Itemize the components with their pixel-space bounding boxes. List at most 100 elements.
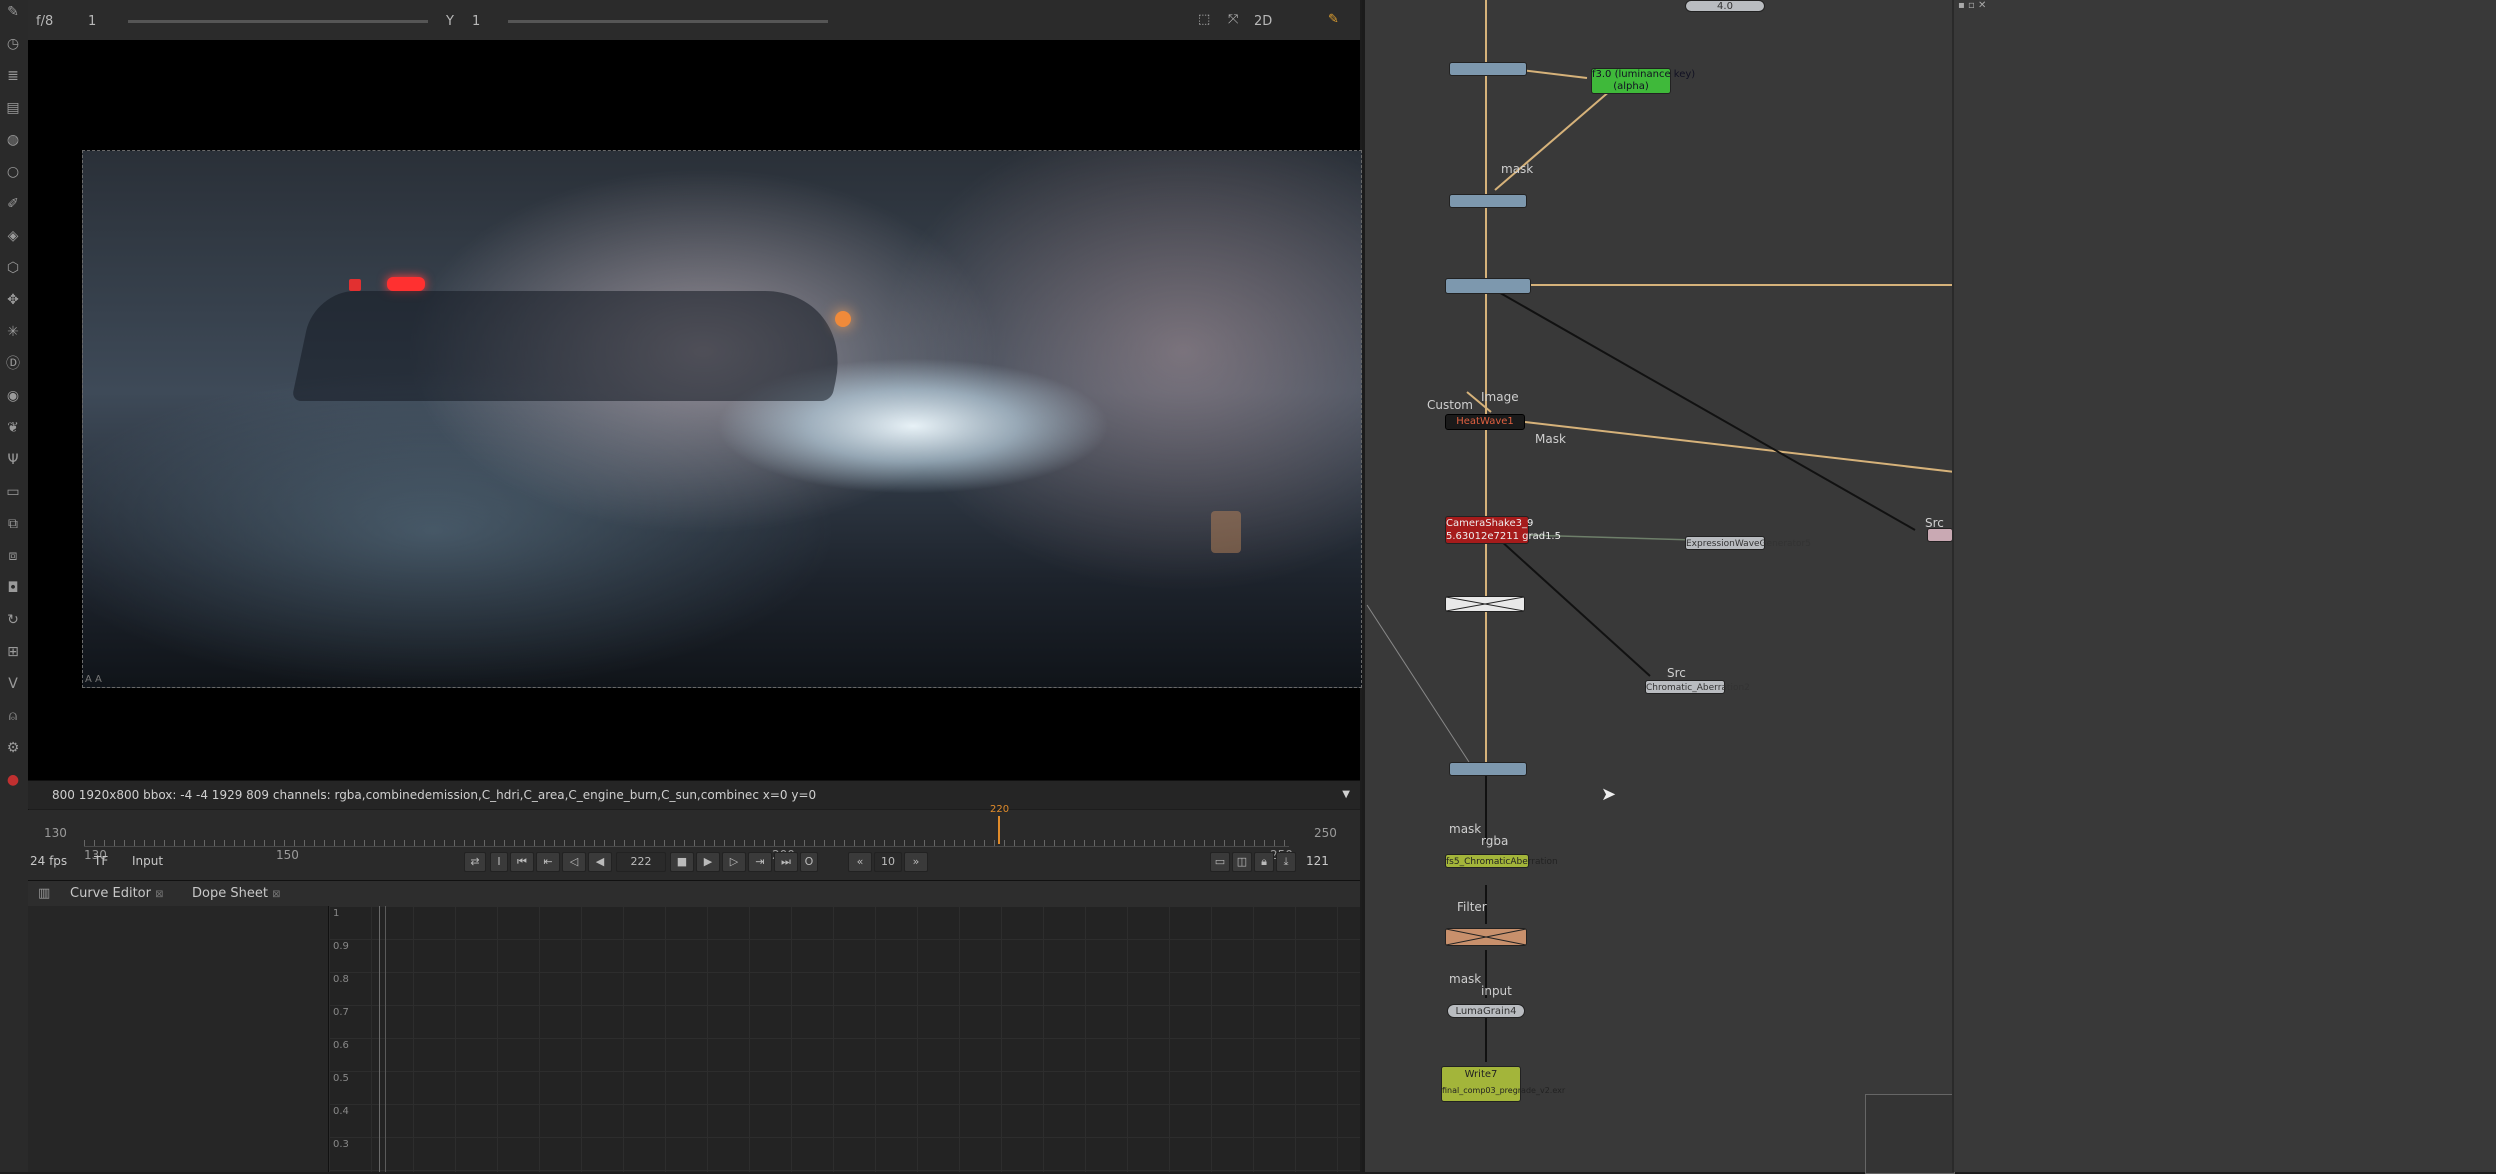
lock-icon[interactable]: 🔒︎ <box>1254 852 1274 872</box>
pen-icon[interactable]: ✐ <box>3 194 23 214</box>
viewer-image: A A <box>82 150 1362 688</box>
node-graph[interactable]: 4.0 f3.0 (luminance key) (alpha) mask Ima… <box>1362 0 1955 1174</box>
export-icon[interactable]: ⤓ <box>1276 852 1296 872</box>
roi-icon[interactable]: ⬚ <box>1198 12 1210 27</box>
in-point-icon[interactable]: I <box>490 852 508 872</box>
vehicle-silhouette <box>291 291 855 401</box>
gamma-slider[interactable] <box>508 20 828 23</box>
node-merge[interactable] <box>1445 278 1531 294</box>
node-expression-wave[interactable]: ExpressionWaveGenerator5 <box>1685 536 1811 550</box>
node-chromatic-aberration[interactable]: Chromatic_Aberration2 <box>1645 680 1750 694</box>
close-icon[interactable]: ⊠ <box>272 889 280 900</box>
y-label: Y <box>446 14 454 29</box>
next-frame-icon[interactable]: ▷ <box>722 852 746 872</box>
curve-knob-list[interactable] <box>28 906 329 1172</box>
prev-frame-icon[interactable]: ◁ <box>562 852 586 872</box>
gizmo-icon[interactable]: ◘ <box>3 578 23 598</box>
node-top-value[interactable]: 4.0 <box>1685 0 1765 12</box>
float-icon[interactable]: ▫ <box>1968 0 1975 11</box>
branch-icon[interactable]: Ψ <box>3 450 23 470</box>
fps-label[interactable]: 24 fps <box>30 854 67 868</box>
node-heatwave[interactable]: HeatWave1 <box>1445 414 1525 430</box>
node-disabled-filter[interactable] <box>1445 928 1527 946</box>
transform-icon[interactable]: ⤧ <box>1228 12 1238 27</box>
last-frame-icon[interactable]: ⏭ <box>774 852 798 872</box>
next-key-icon[interactable]: ⇥ <box>748 852 772 872</box>
tab-dope-sheet[interactable]: Dope Sheet ⊠ <box>178 884 294 904</box>
node-write[interactable]: Write7 final_comp03_pregrade_v2.exr <box>1441 1066 1565 1102</box>
settings-icon[interactable]: ⚙ <box>3 738 23 758</box>
node-chromatic-aberration-2[interactable]: fs5_ChromaticAberration <box>1445 854 1558 868</box>
playback-controls: 24 fps TF Input ⇄ I ⏮ ⇤ ◁ ◀ 222 ■ ▶ ▷ ⇥ … <box>28 850 1360 874</box>
close-icon[interactable]: ⊠ <box>155 889 163 900</box>
d-icon[interactable]: Ⓓ <box>3 354 23 374</box>
properties-panel[interactable]: ▪ ▫ ✕ <box>1952 0 2496 1172</box>
tail-light <box>349 279 361 291</box>
node-colorcorrect-3[interactable] <box>1449 762 1527 776</box>
layers-icon[interactable]: ≣ <box>3 66 23 86</box>
properties-toolbar: ▪ ▫ ✕ <box>1958 0 2028 11</box>
monitor-icon[interactable]: ▭ <box>1210 852 1230 872</box>
node-label: Write7 <box>1464 1069 1498 1080</box>
brush-icon[interactable]: ✎ <box>3 2 23 22</box>
node-disabled-x[interactable] <box>1445 596 1525 612</box>
y-value[interactable]: 1 <box>472 14 480 29</box>
tab-curve-editor[interactable]: Curve Editor ⊠ <box>56 884 178 904</box>
cam-icon[interactable]: ⧉ <box>3 514 23 534</box>
film-icon[interactable]: ▭ <box>3 482 23 502</box>
particle-icon[interactable]: ✳ <box>3 322 23 342</box>
color-icon[interactable]: ◍ <box>3 130 23 150</box>
channels-icon[interactable]: ▤ <box>3 98 23 118</box>
curve-graph[interactable]: 1 0.9 0.8 0.7 0.6 0.5 0.4 0.3 <box>329 906 1360 1172</box>
timeline-ruler[interactable] <box>84 824 1289 847</box>
sync-icon[interactable]: ◫ <box>1232 852 1252 872</box>
step-back-icon[interactable]: « <box>848 852 872 872</box>
navigator-minimap[interactable] <box>1865 1094 1955 1174</box>
node-right-partial[interactable] <box>1927 528 1953 542</box>
node-colorcorrect-2[interactable] <box>1449 194 1527 208</box>
format-label: A A <box>85 674 102 685</box>
stack-icon[interactable]: ◈ <box>3 226 23 246</box>
v-icon[interactable]: V <box>3 674 23 694</box>
clock-icon[interactable]: ◷ <box>3 34 23 54</box>
grid-icon[interactable]: ⊞ <box>3 642 23 662</box>
tf-select[interactable]: TF <box>94 854 108 868</box>
node-icon[interactable]: ⧈ <box>3 546 23 566</box>
play-forward-icon[interactable]: ▶ <box>696 852 720 872</box>
panel-menu-icon[interactable]: ▥ <box>32 884 56 904</box>
circle-icon[interactable]: ○ <box>3 162 23 182</box>
cube-icon[interactable]: ⬡ <box>3 258 23 278</box>
play-backward-icon[interactable]: ◀ <box>588 852 612 872</box>
close-icon[interactable]: ✕ <box>1978 0 1986 11</box>
end-frame[interactable]: 121 <box>1306 854 1329 868</box>
node-colorcorrect-1[interactable] <box>1449 62 1527 76</box>
step-forward-icon[interactable]: » <box>904 852 928 872</box>
eye-icon[interactable]: ◉ <box>3 386 23 406</box>
spin-icon[interactable]: ↻ <box>3 610 23 630</box>
gain-slider[interactable] <box>128 20 428 23</box>
out-point-icon[interactable]: O <box>800 852 818 872</box>
first-frame-icon[interactable]: ⏮ <box>510 852 534 872</box>
frame-field[interactable]: 222 <box>616 852 666 872</box>
paint-icon[interactable]: ✎ <box>1328 12 1339 27</box>
node-label: CameraShake3_9 <box>1446 518 1534 529</box>
node-camera-shake[interactable]: CameraShake3_9 5.63012e7211 grad1.5 <box>1445 516 1561 544</box>
leaf-icon[interactable]: ❦ <box>3 418 23 438</box>
stop-icon[interactable]: ■ <box>670 852 694 872</box>
bounce-icon[interactable]: ⇄ <box>464 852 486 872</box>
view-mode[interactable]: 2D <box>1254 14 1272 29</box>
prev-key-icon[interactable]: ⇤ <box>536 852 560 872</box>
input-select[interactable]: Input <box>132 854 163 868</box>
minimize-icon[interactable]: ▪ <box>1958 0 1965 11</box>
playhead[interactable] <box>998 816 1000 844</box>
y-tick: 0.6 <box>333 1040 349 1051</box>
frame-value[interactable]: 1 <box>88 14 96 29</box>
move-icon[interactable]: ✥ <box>3 290 23 310</box>
bell-icon[interactable]: ⍝ <box>3 706 23 726</box>
record-icon[interactable]: ● <box>3 770 23 790</box>
dropdown-arrow-icon[interactable]: ▼ <box>1342 781 1350 809</box>
step-field[interactable]: 10 <box>874 852 902 872</box>
node-lumagrain[interactable]: LumaGrain4 <box>1447 1004 1525 1018</box>
node-luminance-key[interactable]: f3.0 (luminance key) (alpha) <box>1591 68 1695 94</box>
filter-label: Filter <box>1457 900 1487 914</box>
